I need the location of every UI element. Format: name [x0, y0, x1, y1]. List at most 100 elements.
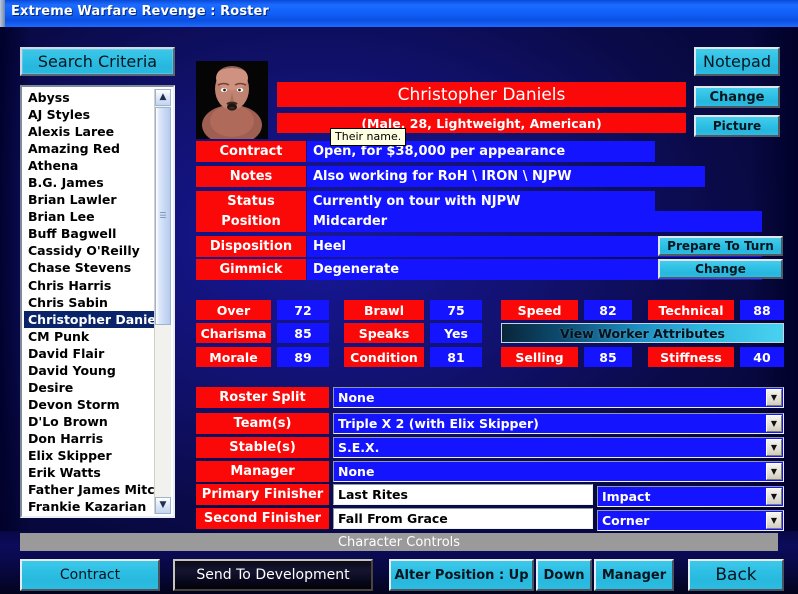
alter-position-down-button[interactable]: Down — [536, 559, 592, 591]
chevron-down-icon[interactable]: ▼ — [766, 488, 782, 505]
window-edge — [0, 0, 5, 27]
list-item[interactable]: Alexis Laree — [24, 123, 157, 140]
change-gimmick-button[interactable]: Change — [658, 259, 783, 279]
scroll-down-button[interactable]: ▼ — [155, 497, 171, 514]
portrait-image — [196, 61, 268, 139]
roster-scrollbar[interactable]: ▲ ☰ ▼ — [154, 89, 171, 514]
roster-list[interactable]: Abyss AJ Styles Alexis Laree Amazing Red Ath… — [20, 85, 175, 518]
worker-portrait — [196, 61, 268, 139]
list-item[interactable]: Don Harris — [24, 430, 157, 447]
label-primary-finisher: Primary Finisher — [196, 484, 329, 505]
list-item[interactable]: AJ Styles — [24, 106, 157, 123]
scroll-up-button[interactable]: ▲ — [155, 89, 171, 106]
list-item[interactable]: Christopher Daniels — [24, 310, 157, 328]
stat-value-selling: 85 — [584, 347, 632, 367]
roster-list-items: Abyss AJ Styles Alexis Laree Amazing Red Ath… — [24, 89, 157, 514]
dropdown-teams[interactable]: Triple X 2 (with Elix Skipper) — [333, 413, 784, 434]
dropdown-roster-split[interactable]: None — [333, 387, 784, 408]
chevron-down-icon[interactable]: ▼ — [766, 389, 782, 406]
chevron-down-icon[interactable]: ▼ — [766, 439, 782, 456]
list-item[interactable]: Chase Stevens — [24, 259, 157, 276]
send-to-development-button[interactable]: Send To Development — [173, 559, 373, 591]
chevron-down-icon[interactable]: ▼ — [766, 512, 782, 529]
stat-label-speaks: Speaks — [344, 323, 424, 343]
list-item[interactable]: Abyss — [24, 89, 157, 106]
list-item[interactable]: D'Lo Brown — [24, 413, 157, 430]
manager-button[interactable]: Manager — [594, 559, 674, 591]
search-criteria-button[interactable]: Search Criteria — [20, 47, 175, 76]
label-notes: Notes — [196, 166, 306, 187]
list-item[interactable]: Chris Sabin — [24, 294, 157, 311]
list-item[interactable]: Brian Lee — [24, 208, 157, 225]
stat-label-speed: Speed — [501, 300, 578, 320]
list-item[interactable]: Frankie Kazarian — [24, 498, 157, 514]
view-worker-attributes-button[interactable]: View Worker Attributes — [501, 323, 784, 343]
stat-value-condition: 81 — [430, 347, 482, 367]
notepad-button[interactable]: Notepad — [694, 47, 780, 76]
list-item[interactable]: Brian Lawler — [24, 191, 157, 208]
stat-label-stiffness: Stiffness — [648, 347, 734, 367]
alter-position-up-button[interactable]: Alter Position : Up — [389, 559, 534, 591]
list-item[interactable]: Father James Mitchell — [24, 481, 157, 498]
list-item[interactable]: CM Punk — [24, 328, 157, 345]
stat-label-condition: Condition — [344, 347, 424, 367]
label-status: Status — [196, 191, 306, 212]
list-item[interactable]: David Flair — [24, 345, 157, 362]
list-item[interactable]: Amazing Red — [24, 140, 157, 157]
back-button[interactable]: Back — [688, 559, 784, 591]
stat-label-over: Over — [196, 300, 271, 320]
chevron-down-icon: ▼ — [159, 500, 167, 510]
scrollbar-thumb[interactable]: ☰ — [155, 107, 171, 325]
second-finisher-type-dropdown[interactable]: Corner — [597, 510, 784, 531]
list-item[interactable]: Erik Watts — [24, 464, 157, 481]
stat-value-morale: 89 — [277, 347, 329, 367]
worker-name: Christopher Daniels — [277, 82, 686, 107]
prepare-to-turn-button[interactable]: Prepare To Turn — [658, 236, 783, 256]
stat-value-speaks: Yes — [430, 323, 482, 343]
stat-label-selling: Selling — [501, 347, 578, 367]
stat-label-brawl: Brawl — [344, 300, 424, 320]
change-name-button[interactable]: Change — [694, 86, 780, 108]
list-item[interactable]: Chris Harris — [24, 277, 157, 294]
primary-finisher-input[interactable]: Last Rites — [333, 484, 593, 505]
stat-label-technical: Technical — [648, 300, 734, 320]
label-contract: Contract — [196, 141, 306, 162]
list-item[interactable]: David Young — [24, 362, 157, 379]
dropdown-stables[interactable]: S.E.X. — [333, 437, 784, 458]
primary-finisher-type-dropdown[interactable]: Impact — [597, 486, 784, 507]
grip-icon: ☰ — [159, 211, 167, 220]
list-item[interactable]: Buff Bagwell — [24, 225, 157, 242]
picture-button[interactable]: Picture — [694, 115, 780, 137]
label-roster-split: Roster Split — [196, 387, 329, 408]
value-notes: Also working for RoH \ IRON \ NJPW — [307, 166, 705, 187]
window-title: Extreme Warfare Revenge : Roster — [11, 4, 269, 19]
stat-value-speed: 82 — [584, 300, 632, 320]
stat-value-technical: 88 — [740, 300, 784, 320]
list-item[interactable]: B.G. James — [24, 174, 157, 191]
label-stables: Stable(s) — [196, 437, 329, 458]
chevron-down-icon[interactable]: ▼ — [766, 463, 782, 480]
label-second-finisher: Second Finisher — [196, 508, 329, 529]
title-bar: Extreme Warfare Revenge : Roster — [0, 0, 798, 28]
list-item[interactable]: Elix Skipper — [24, 447, 157, 464]
second-finisher-input[interactable]: Fall From Grace — [333, 508, 593, 529]
stat-label-morale: Morale — [196, 347, 271, 367]
label-position: Position — [196, 211, 306, 232]
list-item[interactable]: Desire — [24, 379, 157, 396]
application-window: Extreme Warfare Revenge : Roster Search … — [0, 0, 798, 594]
label-disposition: Disposition — [196, 236, 306, 257]
character-controls-bar: Character Controls — [20, 533, 778, 551]
label-gimmick: Gimmick — [196, 259, 306, 280]
stat-value-charisma: 85 — [277, 323, 329, 343]
list-item[interactable]: Athena — [24, 157, 157, 174]
value-position: Midcarder — [307, 211, 762, 232]
list-item[interactable]: Cassidy O'Reilly — [24, 242, 157, 259]
list-item[interactable]: Devon Storm — [24, 396, 157, 413]
tooltip: Their name. — [330, 128, 407, 146]
label-teams: Team(s) — [196, 413, 329, 434]
chevron-up-icon: ▲ — [159, 92, 167, 102]
chevron-down-icon[interactable]: ▼ — [766, 415, 782, 432]
dropdown-manager[interactable]: None — [333, 461, 784, 482]
stat-label-charisma: Charisma — [196, 323, 271, 343]
contract-button[interactable]: Contract — [20, 559, 160, 591]
